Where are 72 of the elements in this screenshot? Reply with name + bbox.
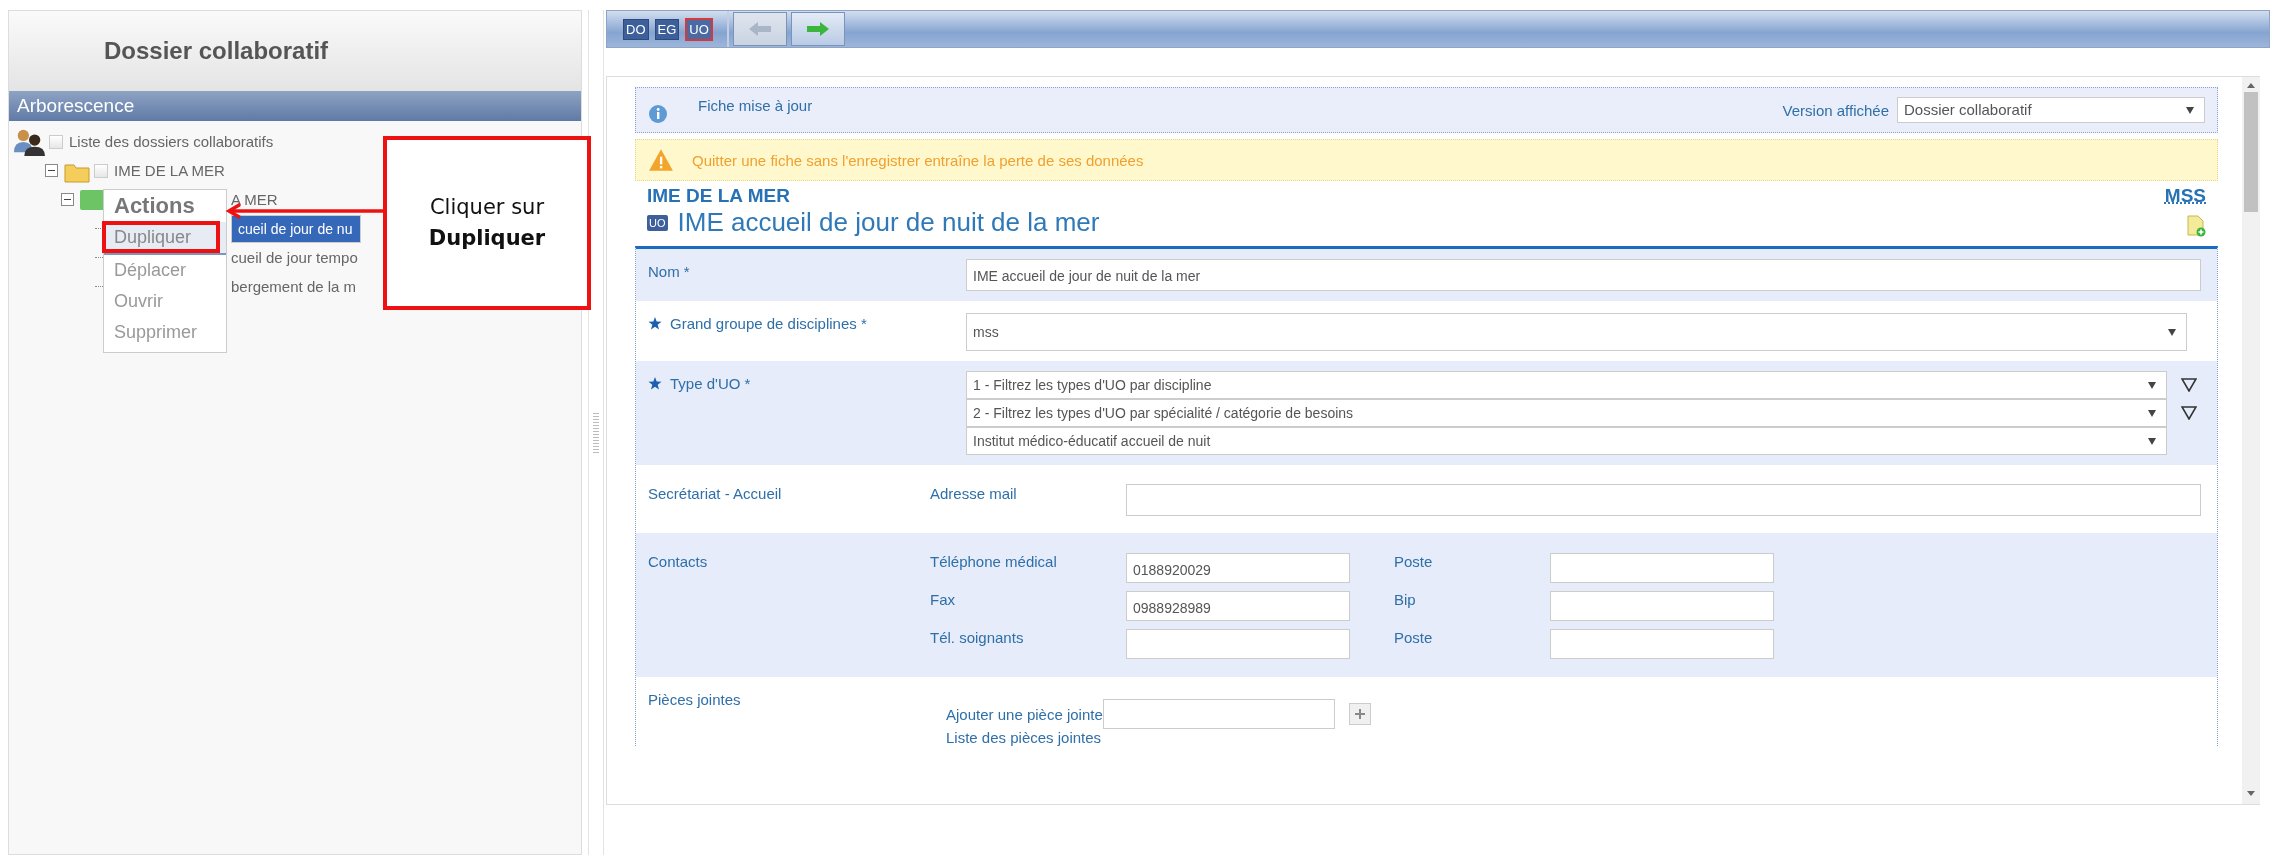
select-field[interactable]: 2 - Filtrez les types d'UO par spécialité / catégorie de besoins xyxy=(966,399,2167,427)
field-label: Pièces jointes xyxy=(648,691,741,708)
menu-item[interactable]: Supprimer xyxy=(104,317,226,348)
field-label: Nom * xyxy=(648,263,690,280)
unit-badge: UO xyxy=(647,214,668,231)
group-icon xyxy=(80,189,106,210)
field-label: Tél. soignants xyxy=(930,628,1025,646)
breadcrumb-badge[interactable]: DO xyxy=(623,18,649,40)
info-message: Fiche mise à jour xyxy=(698,96,813,114)
parent-title: IME DE LA MER xyxy=(647,185,791,207)
input-field[interactable]: 0188920029 xyxy=(1126,553,1350,583)
field-label: Fax xyxy=(930,590,956,608)
tree-item[interactable]: cueil de jour de nu xyxy=(231,214,362,243)
menu-item[interactable]: Ouvrir xyxy=(104,286,226,317)
menu-title: Actions xyxy=(113,192,196,220)
caret-icon xyxy=(2148,438,2156,445)
collapse-toggle[interactable] xyxy=(61,193,74,206)
input-field[interactable] xyxy=(1550,591,1774,621)
info-icon xyxy=(648,104,668,124)
tree-item[interactable]: cueil de jour tempo xyxy=(231,249,358,266)
dropdown-toggle[interactable] xyxy=(49,134,63,149)
warning-icon xyxy=(648,148,674,172)
tree-item[interactable]: bergement de la m xyxy=(231,278,357,295)
input-field[interactable] xyxy=(1126,484,2201,516)
field-label: Téléphone médical xyxy=(930,552,1058,570)
input-field[interactable]: 0988928989 xyxy=(1126,591,1350,621)
breadcrumb-badge[interactable]: UO xyxy=(685,17,713,41)
caret-icon xyxy=(2168,329,2176,336)
field-label: Poste xyxy=(1394,628,1434,646)
left-arrow-icon xyxy=(747,21,772,37)
menu-item[interactable]: Déplacer xyxy=(104,255,226,286)
version-label: Version affichée xyxy=(1782,101,1889,119)
select-field[interactable]: Institut médico-éducatif accueil de nuit xyxy=(966,427,2167,455)
file-field[interactable] xyxy=(1102,699,1335,729)
add-button[interactable] xyxy=(1348,703,1371,725)
tree-item[interactable]: IME DE LA MER xyxy=(114,162,225,179)
mss-link[interactable]: MSS xyxy=(2164,185,2206,207)
field-label: Adresse mail xyxy=(930,484,1018,502)
scrollbar[interactable] xyxy=(2242,77,2260,804)
filter-icon[interactable] xyxy=(2181,406,2197,420)
version-select[interactable]: Dossier collaboratif xyxy=(1897,97,2205,123)
tree-item[interactable]: Liste des dossiers collaboratifs xyxy=(69,133,274,150)
collapse-toggle[interactable] xyxy=(45,164,58,177)
field-label: Contacts xyxy=(648,553,708,570)
caret-icon xyxy=(2186,107,2194,114)
field-label: Liste des pièces jointes xyxy=(946,729,1103,746)
field-label: Poste xyxy=(1394,552,1434,570)
field-label: Secrétariat - Accueil xyxy=(648,485,782,502)
filter-icon[interactable] xyxy=(2181,378,2197,392)
callout-text: Cliquer sur Dupliquer xyxy=(427,193,547,252)
nav-button[interactable] xyxy=(790,12,845,46)
record-title: IME accueil de jour de nuit de la mer xyxy=(677,207,1100,238)
select-field[interactable]: mss xyxy=(966,313,2187,351)
caret-icon xyxy=(2148,382,2156,389)
input-field[interactable] xyxy=(1550,553,1774,583)
select-field[interactable]: 1 - Filtrez les types d'UO par discipline xyxy=(966,371,2167,399)
warning-message: Quitter une fiche sans l'enregistrer entraîne la perte de ses données xyxy=(692,151,1144,169)
breadcrumb-badge[interactable]: EG xyxy=(654,18,680,40)
plus-icon xyxy=(1353,708,1366,720)
field-label: Type d'UO * xyxy=(670,375,751,392)
caret-icon xyxy=(2148,410,2156,417)
section-header: Arborescence xyxy=(9,91,581,121)
input-field[interactable] xyxy=(1550,629,1774,659)
right-arrow-icon xyxy=(805,21,830,37)
add-note-icon[interactable] xyxy=(2186,215,2206,237)
input-field[interactable]: IME accueil de jour de nuit de la mer xyxy=(966,259,2201,291)
field-label: Bip xyxy=(1394,590,1417,608)
dropdown-toggle[interactable] xyxy=(94,163,108,178)
input-field[interactable] xyxy=(1126,629,1350,659)
field-label: Ajouter une pièce jointe xyxy=(946,705,1103,723)
field-label: Grand groupe de disciplines * xyxy=(670,315,867,332)
tree-item[interactable]: A MER xyxy=(231,191,278,208)
